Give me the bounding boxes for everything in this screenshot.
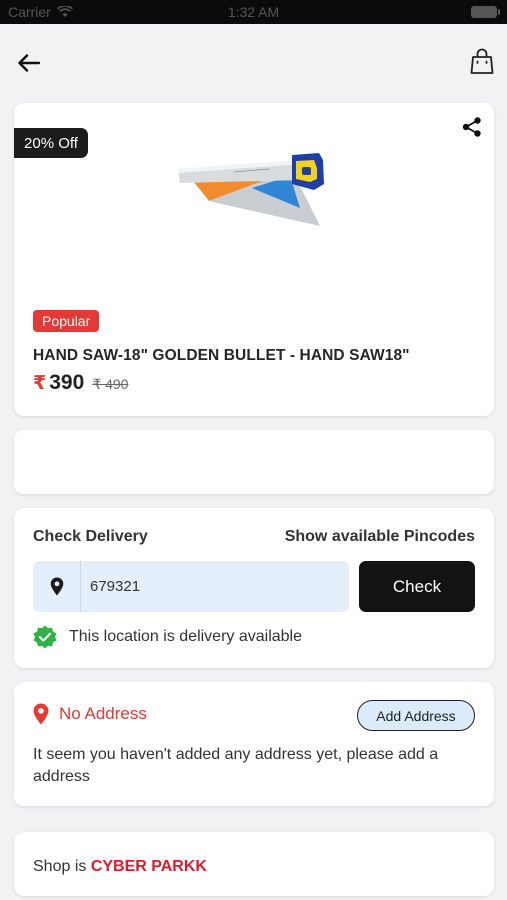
current-price: ₹ 390 [33, 371, 84, 395]
cart-button[interactable] [467, 46, 497, 76]
map-marker-icon [33, 703, 49, 725]
price-row: ₹ 390 ₹ 490 [33, 371, 128, 395]
address-status: No Address [33, 703, 147, 725]
check-delivery-heading: Check Delivery [33, 528, 148, 545]
price-value: 390 [49, 371, 85, 394]
status-bar: Carrier 1:32 AM [0, 0, 507, 24]
product-card: 20% Off Popular HAND SAW-18" GOLDEN BULL… [14, 103, 494, 416]
currency-symbol: ₹ [33, 373, 47, 394]
show-pincodes-link[interactable]: Show available Pincodes [285, 528, 475, 546]
shopping-bag-icon [470, 48, 494, 74]
check-button[interactable]: Check [359, 561, 475, 612]
discount-badge: 20% Off [14, 128, 88, 158]
share-button[interactable] [460, 115, 484, 139]
original-price: ₹ 490 [92, 376, 129, 392]
pincode-input[interactable] [81, 578, 321, 595]
verified-check-icon [33, 625, 57, 649]
no-address-label: No Address [59, 704, 147, 723]
popular-badge: Popular [33, 310, 100, 332]
availability-text: This location is delivery available [69, 628, 302, 645]
shop-prefix: Shop is [33, 858, 91, 875]
top-navigation [0, 24, 507, 100]
shop-name[interactable]: CYBER PARKK [91, 858, 207, 875]
product-title: HAND SAW-18" GOLDEN BULLET - HAND SAW18" [33, 347, 410, 364]
delivery-check-card: Check Delivery Show available Pincodes C… [14, 508, 494, 668]
share-icon [462, 117, 481, 137]
address-card: No Address Add Address It seem you haven… [14, 682, 494, 806]
no-address-message: It seem you haven't added any address ye… [33, 746, 439, 785]
location-pin-icon [33, 561, 81, 612]
placeholder-card [14, 430, 494, 494]
delivery-availability: This location is delivery available [33, 625, 302, 649]
back-button[interactable] [14, 48, 44, 78]
battery-icon [471, 6, 500, 18]
shop-info: Shop is CYBER PARKK [33, 858, 207, 876]
status-time: 1:32 AM [227, 4, 280, 20]
shop-card: Shop is CYBER PARKK [14, 832, 494, 896]
product-image [178, 153, 324, 226]
add-address-button[interactable]: Add Address [357, 700, 475, 731]
pincode-field[interactable] [33, 561, 349, 612]
arrow-left-icon [18, 54, 41, 72]
